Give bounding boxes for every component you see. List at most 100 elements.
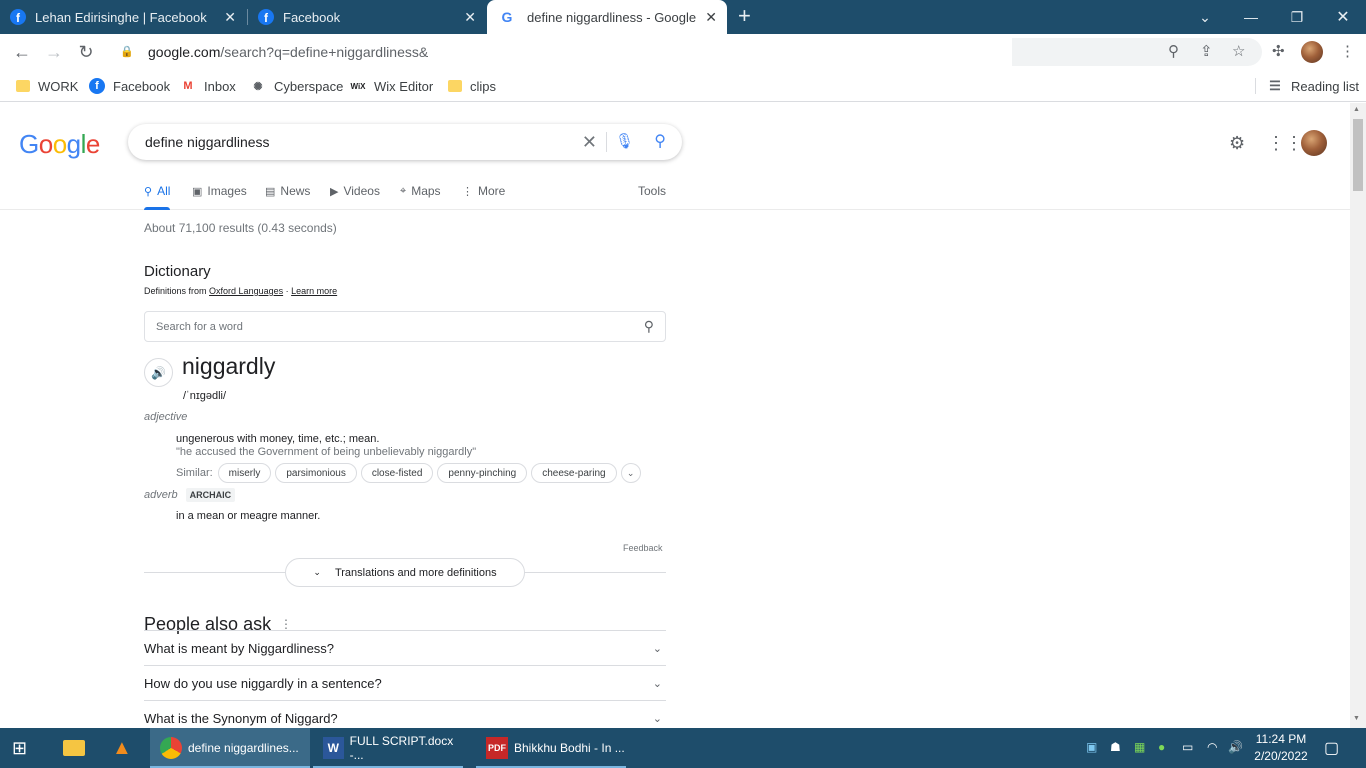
taskbar-label: Bhikkhu Bodhi - In ... [514,741,625,755]
example-1: "he accused the Government of being unbe… [176,446,477,458]
feedback-link[interactable]: Feedback [623,543,663,553]
paa-question[interactable]: How do you use niggardly in a sentence? … [144,665,666,700]
utorrent-icon[interactable]: ● [1158,740,1165,754]
account-avatar[interactable] [1301,130,1327,156]
vlc-icon[interactable]: ▲ [112,728,132,768]
wifi-icon[interactable]: ◠ [1207,740,1217,754]
word-search-input[interactable]: Search for a word ⚲ [144,311,666,342]
bookmark-work[interactable]: WORK [16,77,78,95]
restore-icon[interactable]: ❐ [1274,0,1320,34]
scrollbar-thumb[interactable] [1353,119,1363,191]
taskbar-pdf[interactable]: PDF Bhikkhu Bodhi - In ... [476,728,626,768]
menu-kebab-icon[interactable]: ⋮ [1340,43,1355,61]
apps-grid-icon[interactable]: ⋮⋮ [1267,133,1303,154]
chevron-down-icon[interactable]: ⌄ [620,463,641,483]
reading-list-button[interactable]: ☰ Reading list [1267,77,1359,95]
search-query[interactable]: define niggardliness [145,134,270,150]
zoom-icon[interactable]: ⚲ [1168,43,1179,61]
tab-maps[interactable]: ⌖ Maps [400,184,441,198]
tools-button[interactable]: Tools [638,184,666,198]
similar-chip[interactable]: close-fisted [360,463,434,483]
pronunciation-speaker-icon[interactable]: 🔊 [144,358,173,387]
image-icon: ▣ [192,185,203,198]
close-tab-icon[interactable]: ✕ [705,9,717,25]
tray-lock-icon[interactable]: ☗ [1110,740,1121,754]
microphone-icon[interactable]: 🎙 [615,132,634,150]
system-clock[interactable]: 11:24 PM 2/20/2022 [1250,731,1312,765]
forward-arrow-icon[interactable]: → [43,41,65,63]
tab-label: Videos [343,184,380,198]
tab-search-chevron-icon[interactable]: ⌄ [1182,0,1228,34]
tab-images[interactable]: ▣ Images [192,184,247,198]
scroll-up-arrow-icon[interactable]: ▲ [1353,106,1360,113]
address-url: google.com/search?q=define+niggardliness… [148,44,429,60]
share-icon[interactable]: ⇪ [1200,43,1213,61]
tray-app-icon[interactable]: ▦ [1134,740,1145,754]
file-explorer-icon[interactable] [63,728,91,768]
address-bar[interactable]: 🔒 google.com/search?q=define+niggardline… [110,38,1015,66]
bookmark-wix-editor[interactable]: WiX Wix Editor [350,77,433,95]
bookmark-label: Cyberspace [274,78,344,94]
bookmarks-divider [1255,78,1256,94]
similar-words: Similar: miserly parsimonious close-fist… [176,463,641,483]
minimize-icon[interactable]: — [1228,0,1274,34]
similar-chip[interactable]: miserly [217,463,272,483]
bookmark-facebook[interactable]: f Facebook [89,77,170,95]
tab-more[interactable]: ⋮ More [462,184,505,198]
close-tab-icon[interactable]: ✕ [464,9,476,25]
profile-avatar[interactable] [1301,41,1323,63]
google-results-page: Google define niggardliness ✕ 🎙 ⚲ ⚙ ⋮⋮ ⚲… [0,103,1350,728]
tab-title: define niggardliness - Google Se [527,9,697,25]
battery-icon[interactable]: ▭ [1182,740,1193,754]
volume-icon[interactable]: 🔊 [1228,740,1243,754]
taskbar-label: FULL SCRIPT.docx -... [349,734,454,762]
similar-chip[interactable]: cheese-paring [531,463,617,483]
tab-label: Images [207,184,247,198]
new-tab-icon[interactable]: + [738,5,751,27]
close-tab-icon[interactable]: ✕ [224,9,236,25]
reload-icon[interactable]: ↻ [75,41,97,63]
taskbar-word[interactable]: W FULL SCRIPT.docx -... [313,728,463,768]
taskbar-chrome[interactable]: define niggardlines... [150,728,310,768]
bookmark-label: Wix Editor [374,78,434,94]
tab-all[interactable]: ⚲ All [144,184,171,210]
paa-question[interactable]: What is meant by Niggardliness? ⌄ [144,630,666,665]
page-scrollbar[interactable] [1350,103,1366,728]
search-icon[interactable]: ⚲ [654,131,666,151]
browser-tab-facebook-profile[interactable]: f Lehan Edirisinghe | Facebook ✕ [10,0,246,34]
similar-chip[interactable]: parsimonious [275,463,357,483]
search-icon[interactable]: ⚲ [644,318,654,335]
tab-label: More [478,184,506,198]
similar-chip[interactable]: penny-pinching [437,463,528,483]
extensions-icon[interactable]: ✣ [1272,43,1285,61]
settings-gear-icon[interactable]: ⚙ [1229,133,1245,154]
back-arrow-icon[interactable]: ← [11,41,33,63]
tab-news[interactable]: ▤ News [265,184,310,198]
clear-search-icon[interactable]: ✕ [582,132,597,153]
reading-list-icon: ☰ [1269,78,1281,93]
close-window-icon[interactable]: ✕ [1320,0,1366,34]
bookmark-clips[interactable]: clips [448,77,496,95]
browser-toolbar: ← → ↻ 🔒 google.com/search?q=define+nigga… [0,34,1366,70]
scroll-down-arrow-icon[interactable]: ▼ [1353,715,1360,722]
google-logo[interactable]: Google [19,129,100,160]
search-box[interactable]: define niggardliness ✕ 🎙 ⚲ [128,124,682,160]
translations-button[interactable]: ⌄ Translations and more definitions [285,558,525,587]
news-icon: ▤ [265,185,276,198]
tab-videos[interactable]: ▶ Videos [330,184,380,198]
bookmark-inbox[interactable]: M Inbox [180,77,235,95]
browser-tab-facebook[interactable]: f Facebook ✕ [250,0,486,34]
bookmarks-bar: WORK f Facebook M Inbox ✺ Cyberspace WiX… [0,70,1366,102]
bookmark-star-icon[interactable]: ☆ [1232,43,1245,61]
more-options-icon[interactable]: ⋮ [280,617,292,631]
windows-start-icon[interactable]: ⊞ [12,728,27,768]
tab-title: Lehan Edirisinghe | Facebook [35,9,207,25]
bookmark-cyberspace[interactable]: ✺ Cyberspace [250,77,343,95]
learn-more-link[interactable]: Learn more [291,286,337,296]
chevron-down-icon: ⌄ [652,642,662,655]
paa-question[interactable]: What is the Synonym of Niggard? ⌄ [144,700,666,728]
browser-tab-google-search[interactable]: G define niggardliness - Google Se ✕ [487,0,727,34]
oxford-languages-link[interactable]: Oxford Languages [209,286,283,296]
notifications-icon[interactable]: ▢ [1324,738,1339,758]
tray-app-icon[interactable]: ▣ [1086,740,1097,754]
